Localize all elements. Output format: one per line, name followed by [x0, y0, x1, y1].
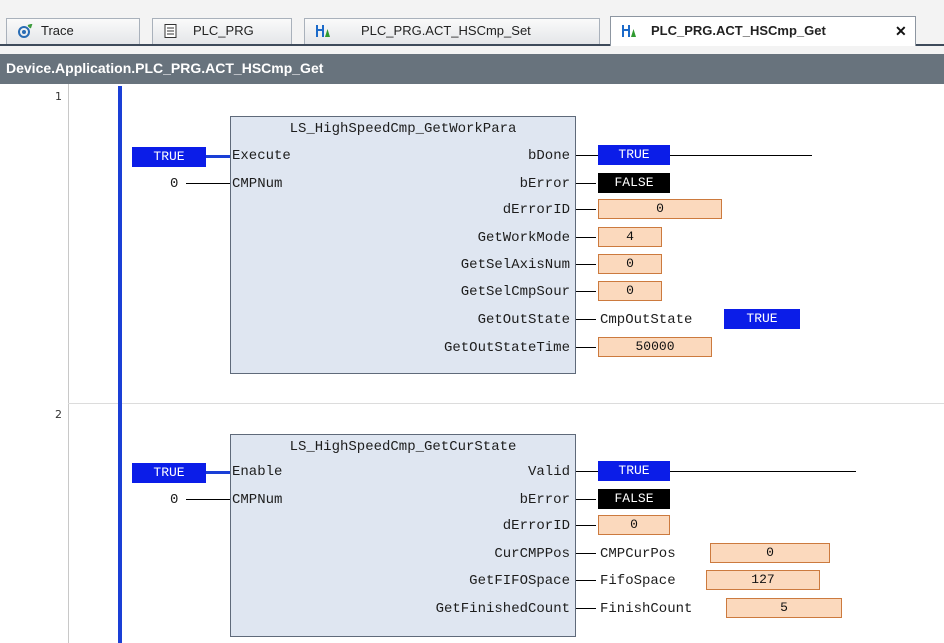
pin-cmpnum: CMPNum [232, 176, 283, 192]
output-wire [576, 291, 596, 292]
variable-fifospace[interactable]: FifoSpace [600, 572, 676, 590]
output-value-getfinishedcount[interactable]: 5 [726, 598, 842, 618]
pin-getselaxisnum: GetSelAxisNum [460, 257, 570, 273]
output-wire [576, 580, 596, 581]
close-icon[interactable]: ✕ [895, 19, 907, 43]
pin-getworkmode: GetWorkMode [477, 230, 570, 246]
pin-getfinishedcount: GetFinishedCount [435, 601, 570, 617]
function-block-title: LS_HighSpeedCmp_GetWorkPara [289, 121, 517, 137]
output-value-getworkmode[interactable]: 4 [598, 227, 662, 247]
output-wire [576, 499, 596, 500]
input-wire [186, 499, 230, 500]
output-value-getselaxisnum[interactable]: 0 [598, 254, 662, 274]
output-value-getoutstatetime[interactable]: 50000 [598, 337, 712, 357]
input-value-execute[interactable]: TRUE [132, 147, 206, 167]
pin-derrorid: dErrorID [502, 202, 570, 218]
output-wire [576, 553, 596, 554]
pin-getfifospace: GetFIFOSpace [469, 573, 570, 589]
output-value-derrorid[interactable]: 0 [598, 515, 670, 535]
output-wire [576, 608, 596, 609]
input-value-cmpnum[interactable]: 0 [170, 491, 178, 509]
output-value-curcmppos[interactable]: 0 [710, 543, 830, 563]
network-separator [68, 403, 944, 404]
pin-enable: Enable [232, 464, 283, 480]
tab-trace-label: Trace [41, 23, 74, 38]
ladder-action-icon [622, 25, 636, 37]
input-wire [186, 183, 230, 184]
pin-getselcmpsour: GetSelCmpSour [460, 284, 570, 300]
power-rail [118, 86, 122, 643]
object-path: Device.Application.PLC_PRG.ACT_HSCmp_Get [6, 60, 324, 76]
pin-curcmppos: CurCMPPos [494, 546, 570, 562]
output-value-getselcmpsour[interactable]: 0 [598, 281, 662, 301]
tab-plc-prg-act-hscmp-set[interactable]: PLC_PRG.ACT_HSCmp_Set [304, 18, 600, 44]
pin-execute: Execute [232, 148, 291, 164]
output-value-getoutstate[interactable]: TRUE [724, 309, 800, 329]
output-value-bdone[interactable]: TRUE [598, 145, 670, 165]
input-value-enable[interactable]: TRUE [132, 463, 206, 483]
pin-berror: bError [519, 492, 570, 508]
output-value-berror[interactable]: FALSE [598, 489, 670, 509]
document-icon [164, 24, 177, 38]
input-wire [206, 471, 230, 474]
network-number-2: 2 [55, 408, 62, 421]
pin-bdone: bDone [527, 148, 570, 164]
pin-derrorid: dErrorID [502, 518, 570, 534]
pin-valid: Valid [527, 464, 570, 480]
output-value-derrorid[interactable]: 0 [598, 199, 722, 219]
variable-finishcount[interactable]: FinishCount [600, 600, 692, 618]
tab-plc-prg-act-hscmp-get[interactable]: PLC_PRG.ACT_HSCmp_Get ✕ [610, 16, 916, 46]
input-wire [206, 155, 230, 158]
tab-plc-prg[interactable]: PLC_PRG [152, 18, 292, 44]
input-value-cmpnum[interactable]: 0 [170, 175, 178, 193]
function-block-title: LS_HighSpeedCmp_GetCurState [289, 439, 517, 455]
pin-getoutstate: GetOutState [477, 312, 570, 328]
output-wire [576, 209, 596, 210]
output-wire [576, 237, 596, 238]
output-wire [576, 183, 596, 184]
ladder-action-icon [316, 25, 330, 37]
output-value-berror[interactable]: FALSE [598, 173, 670, 193]
output-wire [576, 525, 596, 526]
variable-cmpoutstate[interactable]: CmpOutState [600, 311, 692, 329]
pin-getoutstatetime: GetOutStateTime [443, 340, 570, 356]
tab-trace[interactable]: Trace [6, 18, 140, 44]
output-value-valid[interactable]: TRUE [598, 461, 670, 481]
line-number-gutter [0, 84, 69, 643]
output-value-getfifospace[interactable]: 127 [706, 570, 820, 590]
tab-plc-prg-act-hscmp-set-label: PLC_PRG.ACT_HSCmp_Set [361, 23, 531, 38]
output-wire [576, 347, 596, 348]
output-wire [576, 319, 596, 320]
network-number-1: 1 [55, 90, 62, 103]
pin-berror: bError [519, 176, 570, 192]
tab-plc-prg-act-hscmp-get-label: PLC_PRG.ACT_HSCmp_Get [651, 23, 826, 38]
trace-icon [18, 24, 33, 38]
pin-cmpnum: CMPNum [232, 492, 283, 508]
output-wire [576, 264, 596, 265]
variable-cmpcurpos[interactable]: CMPCurPos [600, 545, 676, 563]
tab-plc-prg-label: PLC_PRG [193, 23, 254, 38]
